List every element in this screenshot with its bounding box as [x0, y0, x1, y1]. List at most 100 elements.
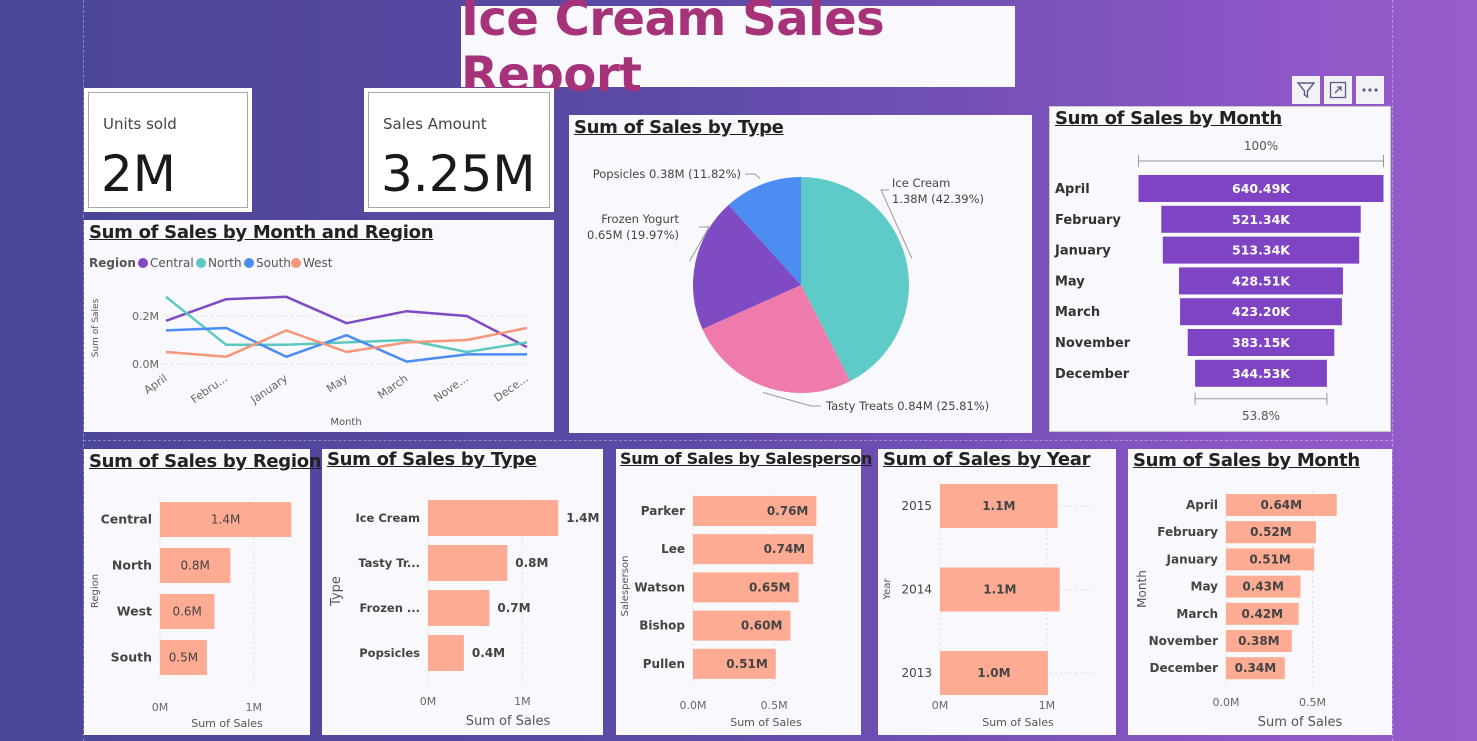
category-label: Tasty Tr...: [358, 556, 420, 570]
x-axis-title: Sum of Sales: [1258, 715, 1343, 730]
pie-chart-card[interactable]: Sum of Sales by Type Ice Cream 1.38M (42.…: [569, 115, 1032, 433]
x-axis-title: Month: [330, 417, 361, 428]
legend-marker: [196, 258, 206, 268]
slice-label: Popsicles 0.38M (11.82%): [593, 167, 741, 181]
value-label: 0.74M: [764, 542, 806, 556]
x-tick-label: April: [142, 372, 170, 397]
category-label: November: [1149, 634, 1218, 648]
value-label: 1.1M: [983, 583, 1016, 597]
category-label: February: [1157, 525, 1218, 539]
funnel-top-pct: 100%: [1244, 139, 1278, 153]
legend-marker: [291, 258, 301, 268]
y-axis-title: Type: [329, 576, 344, 607]
slice-value-label: 1.38M (42.39%): [892, 192, 984, 206]
funnel-bottom-pct: 53.8%: [1242, 409, 1280, 423]
value-label: 0.8M: [180, 559, 209, 573]
focus-mode-icon[interactable]: [1324, 76, 1352, 104]
bar: [428, 590, 490, 626]
funnel-value-label: 423.20K: [1232, 304, 1291, 319]
x-tick-label: 0M: [420, 695, 437, 708]
legend-marker: [244, 258, 254, 268]
kpi-label: Sales Amount: [383, 115, 487, 133]
category-label: South: [111, 650, 152, 665]
funnel-category-label: April: [1055, 182, 1090, 197]
filter-icon[interactable]: [1292, 76, 1320, 104]
report-title-box: Ice Cream Sales Report: [461, 0, 1015, 103]
x-tick-label: May: [324, 372, 350, 396]
x-tick-label: Febru...: [188, 372, 229, 406]
bar: [428, 500, 559, 536]
funnel-value-label: 383.15K: [1232, 335, 1291, 350]
x-axis-title: Sum of Sales: [730, 716, 802, 729]
kpi-units-sold[interactable]: Units sold 2M: [84, 88, 252, 212]
value-label: 0.38M: [1238, 634, 1280, 648]
legend-title: Region: [89, 256, 136, 270]
legend-label: Central: [150, 256, 194, 270]
category-label: Pullen: [643, 657, 685, 671]
x-tick-label: January: [248, 372, 291, 407]
y-tick-label: 0.2M: [132, 310, 159, 323]
leader-line: [745, 173, 761, 179]
category-label: 2013: [901, 666, 932, 680]
funnel-value-label: 521.34K: [1232, 212, 1291, 227]
category-label: May: [1191, 580, 1219, 594]
month-bar-card[interactable]: Sum of Sales by Month 0.0M 0.5M April 0.64M…: [1128, 449, 1392, 735]
year-bar-svg: 0M 1M 2015 1.1M 2014 1.1M 2013 1.0M Sum of Sales…: [882, 483, 1095, 729]
funnel-chart-card[interactable]: Sum of Sales by Month 100% 640.49K April 52…: [1049, 106, 1391, 432]
bar: [428, 635, 464, 671]
category-label: 2014: [901, 583, 932, 597]
funnel-value-label: 640.49K: [1232, 181, 1291, 196]
x-tick-label: 0.5M: [1299, 696, 1326, 709]
y-axis-title: Month: [1135, 570, 1149, 608]
funnel-value-label: 428.51K: [1232, 273, 1291, 288]
funnel-category-label: February: [1055, 213, 1121, 228]
salesperson-bar-card[interactable]: Sum of Sales by Salesperson 0.0M 0.5M Park…: [616, 449, 872, 735]
legend-label: West: [303, 256, 333, 270]
value-label: 0.7M: [497, 601, 530, 615]
leader-line: [763, 392, 821, 407]
x-tick-label: Dece...: [492, 372, 531, 405]
region-bar-card[interactable]: Sum of Sales by Region 0M 1M Central 1.4M No…: [84, 449, 322, 735]
value-label: 0.4M: [472, 646, 505, 660]
x-tick-label: 0.5M: [761, 699, 788, 712]
value-label: 0.51M: [1249, 552, 1291, 566]
value-label: 0.34M: [1235, 661, 1277, 675]
kpi-sales-amount[interactable]: Sales Amount 3.25M: [364, 88, 554, 212]
category-label: West: [117, 604, 152, 619]
value-label: 0.64M: [1261, 498, 1303, 512]
y-axis-title: Year: [882, 578, 893, 601]
line-chart-card[interactable]: Sum of Sales by Month and Region Region C…: [84, 220, 554, 432]
value-label: 1.4M: [211, 513, 240, 527]
category-label: January: [1166, 552, 1219, 566]
x-tick-label: 0M: [932, 699, 949, 712]
bar: [428, 545, 508, 581]
category-label: North: [112, 558, 152, 573]
x-tick-label: 0.0M: [1213, 696, 1240, 709]
more-options-icon[interactable]: [1356, 76, 1384, 104]
funnel-category-label: December: [1055, 367, 1130, 382]
value-label: 0.65M: [749, 580, 791, 594]
value-label: 0.8M: [515, 556, 548, 570]
type-bar-card[interactable]: Sum of Sales by Type 0M 1M Ice Cream 1.4M Ta…: [322, 449, 603, 735]
value-label: 0.52M: [1250, 525, 1292, 539]
legend-marker: [138, 258, 148, 268]
year-bar-card[interactable]: Sum of Sales by Year 0M 1M 2015 1.1M 2014 1.1…: [878, 449, 1116, 735]
pie-chart-svg: Ice Cream 1.38M (42.39%) Tasty Treats 0.84…: [587, 167, 989, 413]
x-tick-label: March: [375, 372, 410, 402]
category-label: Popsicles: [359, 646, 420, 660]
y-axis-title: Salesperson: [620, 556, 631, 617]
canvas-guide-mid: [83, 440, 1393, 441]
kpi-value: 3.25M: [381, 145, 536, 203]
value-label: 1.4M: [566, 511, 599, 525]
value-label: 0.43M: [1242, 580, 1284, 594]
kpi-value: 2M: [101, 145, 176, 203]
slice-value-label: 0.65M (19.97%): [587, 228, 679, 242]
legend-label: South: [256, 256, 291, 270]
category-label: Lee: [661, 542, 685, 556]
funnel-category-label: January: [1054, 244, 1111, 259]
x-axis-title: Sum of Sales: [466, 714, 551, 729]
value-label: 1.1M: [982, 499, 1015, 513]
type-bar-svg: 0M 1M Ice Cream 1.4M Tasty Tr... 0.8M Frozen .…: [329, 497, 599, 729]
x-axis-title: Sum of Sales: [982, 716, 1054, 729]
legend-label: North: [208, 256, 242, 270]
